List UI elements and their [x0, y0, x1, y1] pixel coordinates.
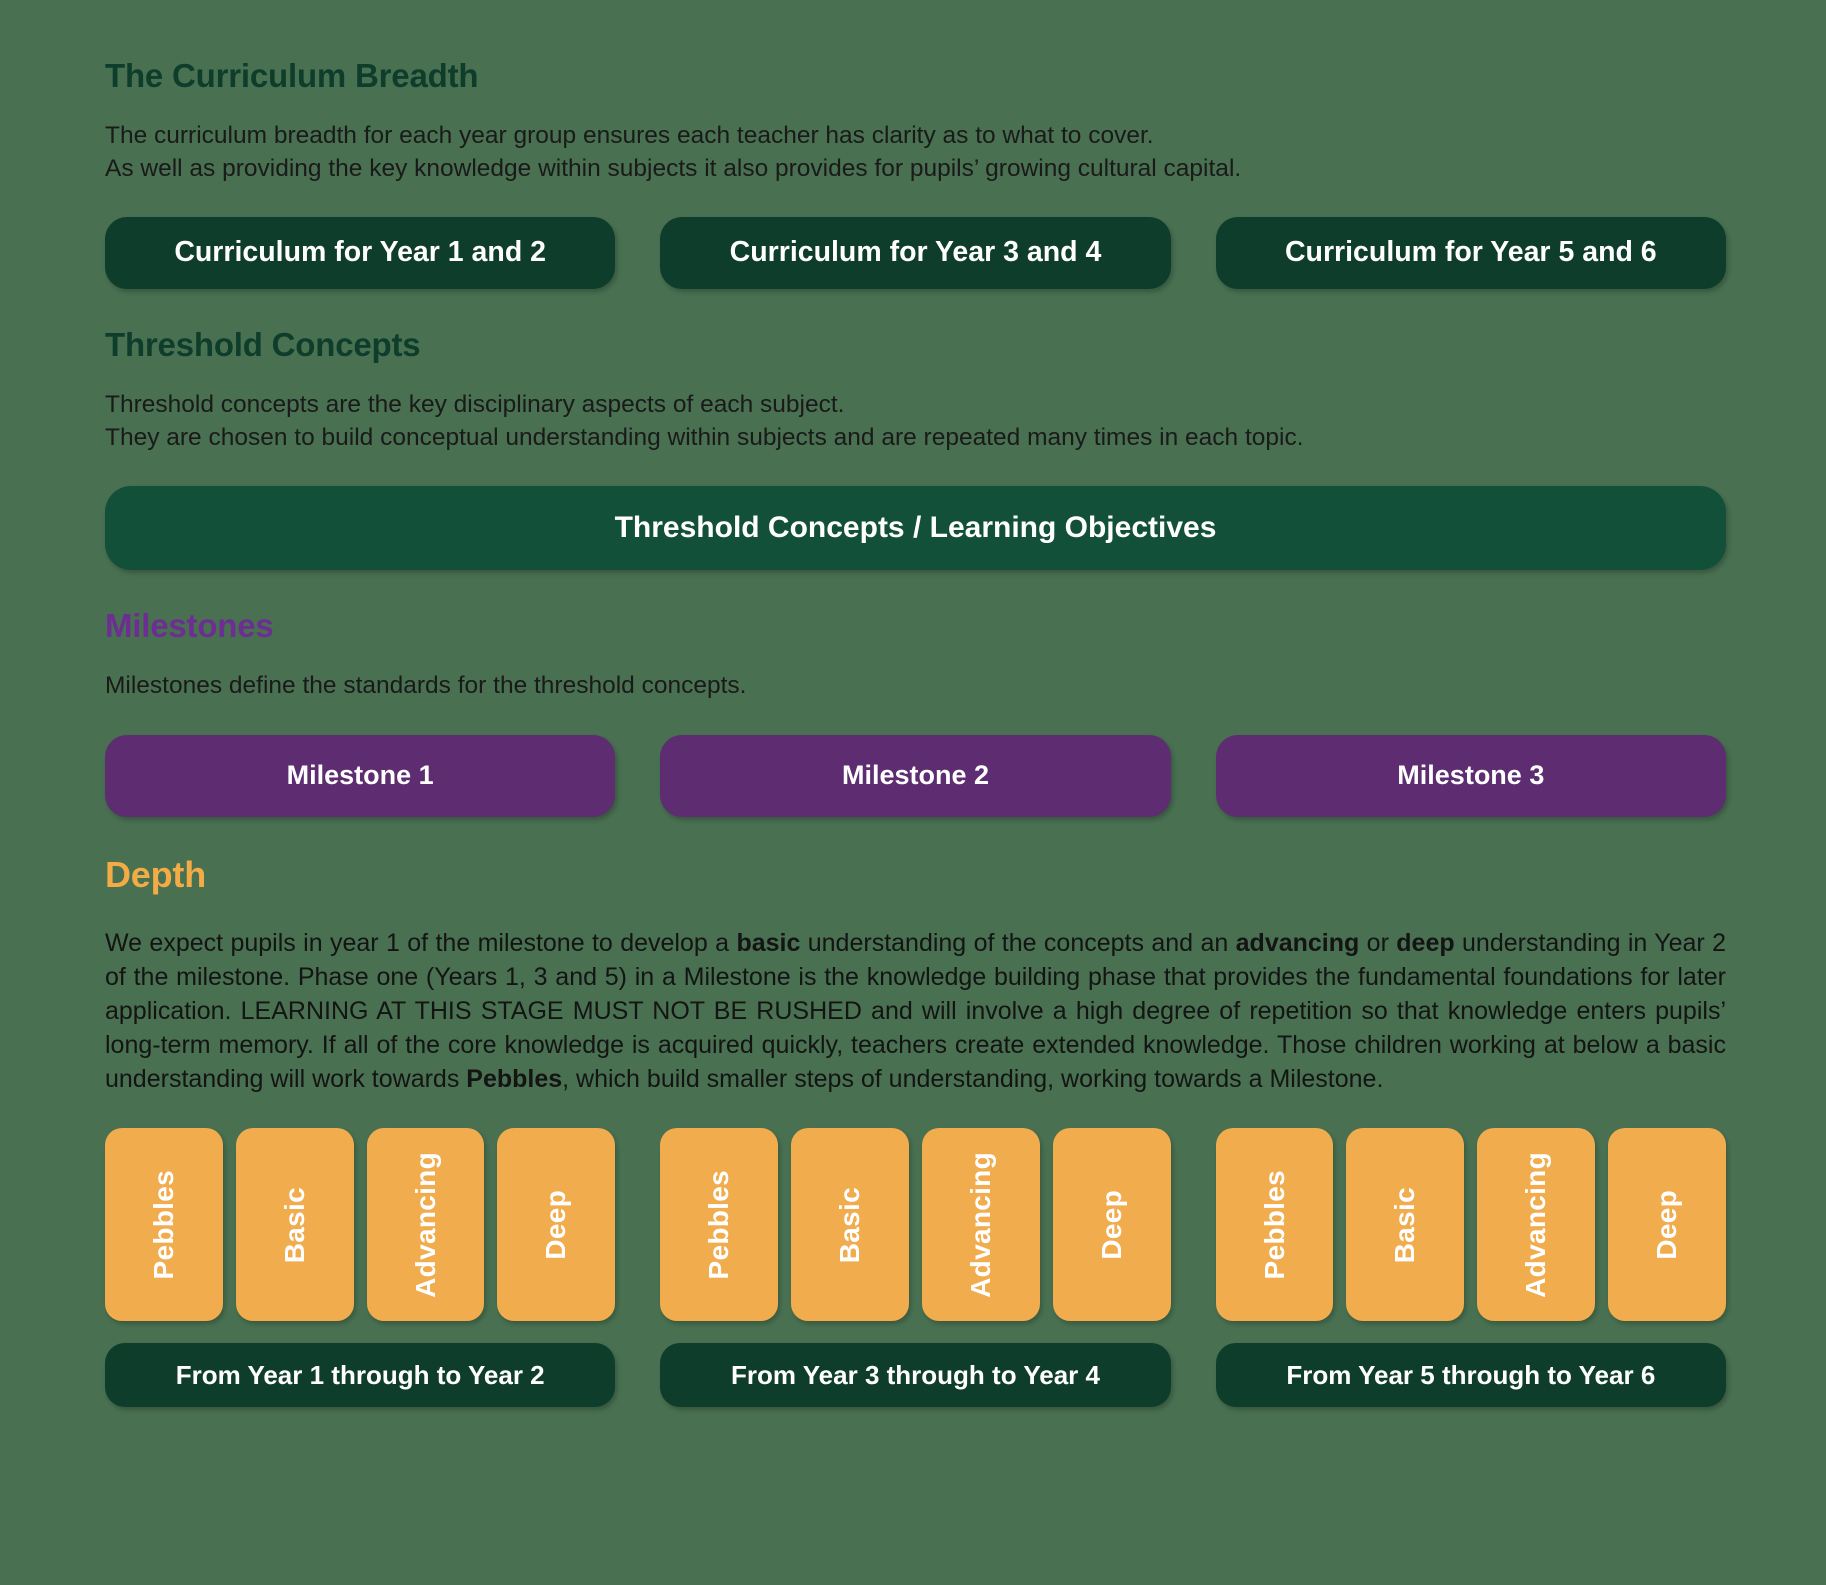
depth-level-basic[interactable]: Basic	[791, 1128, 909, 1322]
depth-level-label: Deep	[1651, 1189, 1683, 1260]
depth-level-label: Pebbles	[147, 1169, 179, 1280]
milestones-heading: Milestones	[105, 606, 274, 644]
depth-level-label: Deep	[540, 1189, 572, 1260]
year-range-bar-row: From Year 1 through to Year 2 From Year …	[105, 1343, 1726, 1408]
depth-description: We expect pupils in year 1 of the milest…	[105, 929, 1727, 1094]
threshold-concepts-description: Threshold concepts are the key disciplin…	[105, 389, 1726, 454]
depth-level-label: Pebbles	[703, 1169, 735, 1280]
milestone-1-button[interactable]: Milestone 1	[105, 734, 616, 817]
depth-level-basic[interactable]: Basic	[1346, 1128, 1465, 1322]
year-range-bar-1[interactable]: From Year 1 through to Year 2	[105, 1343, 616, 1408]
curriculum-year-1-2-button[interactable]: Curriculum for Year 1 and 2	[105, 216, 616, 289]
depth-level-advancing[interactable]: Advancing	[366, 1128, 485, 1322]
depth-level-label: Deep	[1095, 1189, 1127, 1260]
depth-level-label: Basic	[278, 1186, 310, 1263]
breadth-description-line-2: As well as providing the key knowledge w…	[105, 154, 1242, 182]
curriculum-year-5-6-button[interactable]: Curriculum for Year 5 and 6	[1215, 216, 1726, 289]
depth-level-pebbles[interactable]: Pebbles	[1215, 1128, 1334, 1322]
milestone-3-button[interactable]: Milestone 3	[1215, 734, 1726, 817]
curriculum-breadth-heading: The Curriculum Breadth	[105, 57, 479, 94]
depth-level-deep[interactable]: Deep	[497, 1128, 616, 1322]
depth-level-label: Basic	[1389, 1186, 1421, 1263]
curriculum-breadth-button-row: Curriculum for Year 1 and 2 Curriculum f…	[105, 216, 1726, 289]
depth-level-label: Advancing	[1520, 1151, 1552, 1298]
depth-group-milestone-2: Pebbles Basic Advancing Deep	[660, 1128, 1171, 1322]
curriculum-breadth-description: The curriculum breadth for each year gro…	[105, 120, 1726, 185]
depth-level-pebbles[interactable]: Pebbles	[660, 1128, 779, 1322]
depth-group-milestone-1: Pebbles Basic Advancing Deep	[105, 1128, 616, 1322]
threshold-description-line-1: Threshold concepts are the key disciplin…	[105, 391, 845, 419]
depth-level-label: Advancing	[409, 1151, 441, 1298]
depth-level-label: Basic	[834, 1186, 866, 1263]
depth-group-milestone-3: Pebbles Basic Advancing Deep	[1215, 1128, 1726, 1322]
threshold-concepts-learning-objectives-bar[interactable]: Threshold Concepts / Learning Objectives	[105, 485, 1726, 570]
year-range-bar-3[interactable]: From Year 5 through to Year 6	[1215, 1343, 1726, 1408]
depth-level-advancing[interactable]: Advancing	[1477, 1128, 1596, 1322]
curriculum-model-page: The Curriculum Breadth The curriculum br…	[0, 0, 1826, 1585]
year-range-bar-2[interactable]: From Year 3 through to Year 4	[660, 1343, 1171, 1408]
depth-level-pebbles[interactable]: Pebbles	[105, 1128, 223, 1322]
breadth-description-line-1: The curriculum breadth for each year gro…	[105, 122, 1154, 150]
depth-level-advancing[interactable]: Advancing	[921, 1128, 1040, 1322]
depth-level-deep[interactable]: Deep	[1608, 1128, 1726, 1322]
depth-level-label: Pebbles	[1258, 1169, 1290, 1280]
depth-level-groups: Pebbles Basic Advancing Deep Pebbles Bas…	[105, 1128, 1726, 1322]
milestone-2-button[interactable]: Milestone 2	[660, 734, 1171, 817]
depth-level-label: Advancing	[964, 1151, 996, 1298]
threshold-description-line-2: They are chosen to build conceptual unde…	[105, 423, 1304, 451]
threshold-concepts-heading: Threshold Concepts	[105, 325, 421, 363]
curriculum-year-3-4-button[interactable]: Curriculum for Year 3 and 4	[660, 216, 1171, 289]
depth-level-basic[interactable]: Basic	[235, 1128, 354, 1322]
depth-level-deep[interactable]: Deep	[1052, 1128, 1171, 1322]
milestones-description-line-1: Milestones define the standards for the …	[105, 672, 747, 700]
milestones-description: Milestones define the standards for the …	[105, 670, 1726, 702]
depth-heading: Depth	[105, 853, 206, 895]
milestones-button-row: Milestone 1 Milestone 2 Milestone 3	[105, 734, 1726, 817]
